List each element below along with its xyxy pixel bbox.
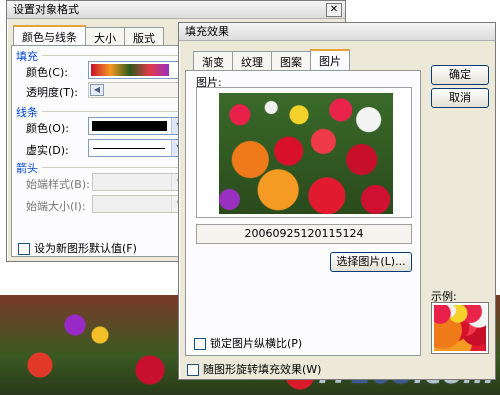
divider [42, 111, 188, 112]
line-dash-combo[interactable]: ▼ [88, 139, 188, 157]
tab-gradient[interactable]: 渐变 [193, 51, 233, 70]
line-section-heading: 线条 [16, 106, 38, 119]
sample-preview-image [434, 305, 486, 351]
picture-preview-frame [196, 87, 412, 218]
format-tab-panel: 填充 颜色(C): 透明度(T): ◀ 线条 颜色(O): ▼ 虚实(D): ▼… [11, 45, 191, 257]
cancel-button[interactable]: 取消 [431, 88, 489, 108]
fill-color-label: 颜色(C): [26, 66, 68, 79]
begin-size-combo[interactable]: ▼ [92, 195, 188, 213]
format-dialog-titlebar: 设置对象格式 ✕ [7, 1, 345, 19]
fill-dialog-title: 填充效果 [185, 25, 229, 38]
fill-effects-dialog: 填充效果 渐变 纹理 图案 图片 图片: 20060925120115124 选… [178, 22, 496, 380]
rotate-with-shape-label: 随图形旋转填充效果(W) [203, 363, 322, 376]
tab-pattern[interactable]: 图案 [271, 51, 311, 70]
format-dialog-title: 设置对象格式 [13, 3, 79, 16]
solid-line-sample [93, 148, 165, 149]
line-dash-label: 虚实(D): [26, 144, 69, 157]
line-color-combo[interactable]: ▼ [88, 117, 188, 135]
fill-color-combo[interactable] [88, 61, 188, 79]
select-picture-button[interactable]: 选择图片(L)... [330, 252, 412, 272]
line-color-label: 颜色(O): [26, 122, 69, 135]
close-icon[interactable]: ✕ [326, 3, 342, 17]
line-color-swatch [92, 121, 167, 131]
fill-dialog-titlebar: 填充效果 [179, 23, 495, 41]
picture-preview-image [219, 93, 393, 214]
begin-style-label: 始端样式(B): [26, 178, 90, 191]
tab-colors-lines[interactable]: 颜色与线条 [13, 25, 86, 46]
tab-texture[interactable]: 纹理 [232, 51, 272, 70]
format-tab-strip: 颜色与线条 大小 版式 [13, 25, 164, 46]
tab-size[interactable]: 大小 [85, 27, 125, 46]
sample-preview-frame [431, 302, 489, 354]
divider [42, 55, 188, 56]
fill-tab-strip: 渐变 纹理 图案 图片 [193, 49, 350, 70]
chevron-left-icon[interactable]: ◀ [90, 84, 104, 96]
transparency-label: 透明度(T): [26, 86, 79, 99]
default-checkbox-label: 设为新图形默认值(F) [34, 242, 137, 255]
ok-button[interactable]: 确定 [431, 65, 489, 85]
lock-aspect-label: 锁定图片纵横比(P) [210, 337, 303, 350]
lock-aspect-row[interactable]: 锁定图片纵横比(P) [194, 335, 302, 351]
fill-section-heading: 填充 [16, 50, 38, 63]
default-checkbox-row[interactable]: 设为新图形默认值(F) [18, 240, 137, 256]
fill-picture-swatch [91, 64, 169, 76]
begin-style-combo[interactable]: ▼ [92, 173, 188, 191]
lock-aspect-checkbox[interactable] [194, 338, 206, 350]
divider [42, 167, 188, 168]
rotate-with-shape-row[interactable]: 随图形旋转填充效果(W) [187, 361, 321, 377]
default-checkbox[interactable] [18, 243, 30, 255]
begin-size-label: 始端大小(I): [26, 200, 86, 213]
picture-name-box: 20060925120115124 [196, 224, 412, 244]
arrow-section-heading: 箭头 [16, 162, 38, 175]
transparency-slider[interactable]: ◀ [88, 82, 188, 98]
picture-tab-panel: 图片: 20060925120115124 选择图片(L)... 锁定图片纵横比… [185, 70, 421, 356]
rotate-with-shape-checkbox[interactable] [187, 364, 199, 376]
tab-picture[interactable]: 图片 [310, 49, 350, 70]
tab-layout[interactable]: 版式 [124, 27, 164, 46]
